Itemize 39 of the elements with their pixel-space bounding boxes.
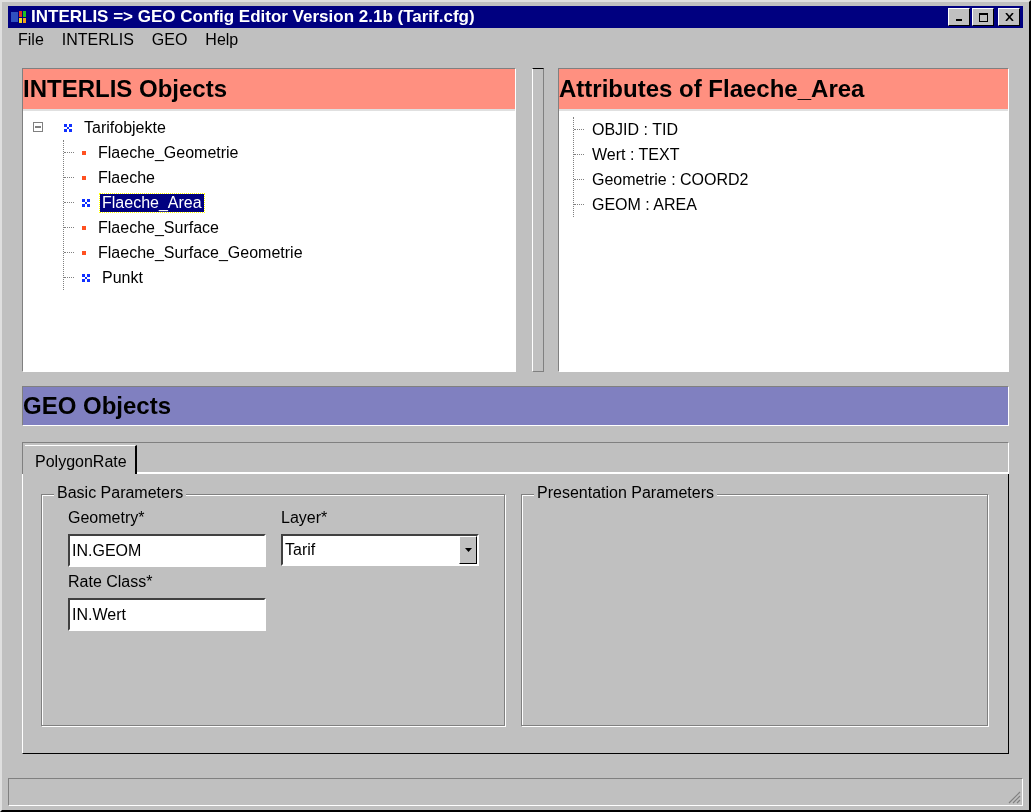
- field-label: Rate Class*: [68, 573, 154, 591]
- tree-item[interactable]: Flaeche_Geometrie: [96, 143, 241, 162]
- maximize-icon: [978, 12, 988, 22]
- tree-item[interactable]: Flaeche_Area: [100, 193, 204, 212]
- tree-item[interactable]: Tarifobjekte: [82, 118, 168, 137]
- resize-grip-icon[interactable]: [1008, 791, 1021, 804]
- maximize-button[interactable]: [972, 8, 994, 26]
- menu-item[interactable]: File: [14, 31, 53, 49]
- field-label: Layer*: [281, 509, 329, 527]
- dropdown-arrow-icon: [464, 548, 472, 552]
- tree-item[interactable]: Flaeche_Surface: [96, 218, 221, 237]
- splitter-handle[interactable]: [532, 68, 544, 372]
- panel-header: Attributes of Flaeche_Area: [559, 69, 1008, 111]
- collapse-icon[interactable]: [33, 122, 44, 133]
- close-icon: [1004, 13, 1014, 21]
- tree-item[interactable]: Punkt: [100, 268, 145, 287]
- input-field[interactable]: IN.Wert: [68, 598, 266, 631]
- tab[interactable]: PolygonRate: [25, 445, 137, 474]
- menu-item[interactable]: Help: [196, 31, 248, 49]
- attribute-item[interactable]: OBJID : TID: [590, 120, 680, 139]
- tree-item[interactable]: Flaeche: [96, 168, 157, 187]
- menu-item[interactable]: GEO: [142, 31, 197, 49]
- panel-header: GEO Objects: [22, 386, 1009, 426]
- class-icon: [64, 123, 72, 132]
- field-label: Geometry*: [68, 509, 146, 527]
- window-title: INTERLIS => GEO Config Editor Version 2.1b (Tarif.cfg): [31, 7, 475, 27]
- minimize-button[interactable]: [948, 8, 970, 26]
- menu-item[interactable]: INTERLIS: [52, 31, 143, 49]
- class-icon: [82, 273, 90, 282]
- close-button[interactable]: [998, 8, 1020, 26]
- attribute-item[interactable]: Wert : TEXT: [590, 145, 682, 164]
- app-icon: [11, 10, 27, 24]
- attribute-item[interactable]: GEOM : AREA: [590, 195, 699, 214]
- panel-header: INTERLIS Objects: [23, 69, 515, 111]
- input-field[interactable]: IN.GEOM: [68, 534, 266, 567]
- class-icon: [82, 198, 90, 207]
- tree-item[interactable]: Flaeche_Surface_Geometrie: [96, 243, 305, 262]
- dropdown[interactable]: Tarif: [281, 534, 479, 566]
- attribute-item[interactable]: Geometrie : COORD2: [590, 170, 751, 189]
